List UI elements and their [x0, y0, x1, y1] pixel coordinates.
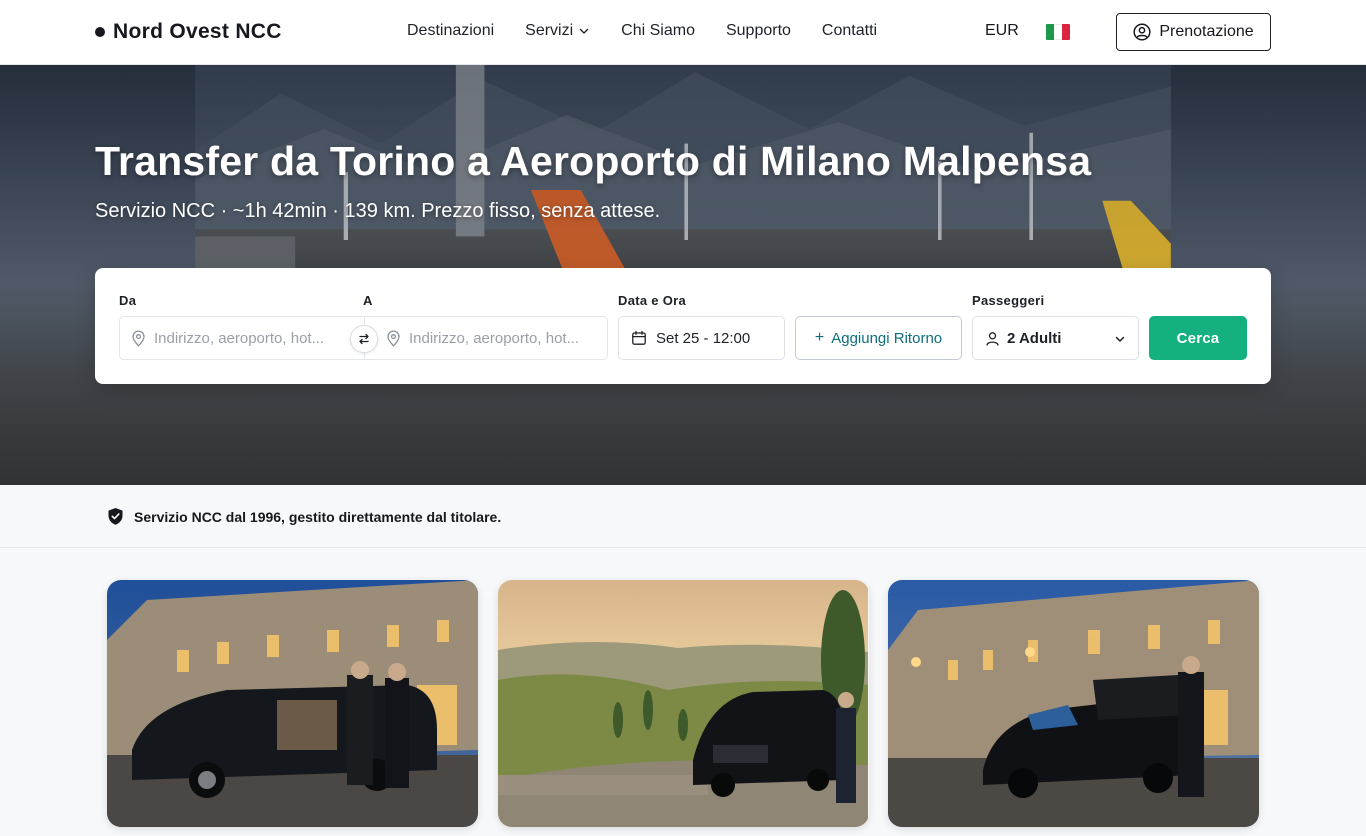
flag-stripe-red [1062, 24, 1070, 40]
passengers-label: Passeggeri [972, 293, 1045, 308]
nav-item-chi-siamo[interactable]: Chi Siamo [621, 22, 695, 40]
passengers-value: 2 Adulti [1007, 329, 1062, 347]
trust-text: Servizio NCC dal 1996, gestito direttame… [134, 508, 502, 525]
from-input-placeholder: Indirizzo, aeroporto, hot... [154, 329, 325, 347]
nav-item-destinazioni[interactable]: Destinazioni [407, 22, 494, 40]
swap-route-button[interactable] [350, 325, 378, 353]
van-countryside-photo [498, 580, 868, 827]
from-label: Da [119, 293, 137, 308]
brand-dot-icon [95, 27, 105, 37]
chevron-down-icon [1115, 336, 1125, 342]
passengers-select[interactable]: 2 Adulti [972, 316, 1139, 360]
chevron-down-icon [579, 28, 589, 34]
brand-logo[interactable]: Nord Ovest NCC [95, 20, 282, 44]
date-time-picker[interactable]: Set 25 - 12:00 [618, 316, 785, 360]
trust-message: Servizio NCC dal 1996, gestito direttame… [107, 507, 501, 526]
flag-stripe-white [1054, 24, 1062, 40]
add-return-button[interactable]: + Aggiungi Ritorno [795, 316, 962, 360]
to-label: A [363, 293, 373, 308]
site-header: Nord Ovest NCC Destinazioni Servizi Chi … [0, 0, 1366, 65]
nav-item-supporto[interactable]: Supporto [726, 22, 791, 40]
nav-label: Chi Siamo [621, 22, 695, 39]
gallery-card-sedan-city-night[interactable] [888, 580, 1259, 827]
currency-selector[interactable]: EUR [985, 22, 1019, 40]
page-subtitle: Servizio NCC · ~1h 42min · 139 km. Prezz… [95, 200, 661, 222]
brand-name: Nord Ovest NCC [113, 20, 282, 43]
plus-icon: + [814, 329, 825, 346]
user-icon [986, 331, 999, 346]
booking-button[interactable]: Prenotazione [1116, 13, 1271, 51]
map-pin-icon [387, 330, 400, 347]
swap-arrows-icon [359, 333, 369, 345]
sedan-city-night-photo [888, 580, 1259, 827]
main-nav: Destinazioni Servizi Chi Siamo Supporto … [407, 22, 877, 40]
gallery-card-van-city-night[interactable] [107, 580, 478, 827]
gallery-card-van-countryside[interactable] [498, 580, 869, 827]
map-pin-icon [132, 330, 145, 347]
nav-label: Servizi [525, 22, 574, 39]
booking-button-label: Prenotazione [1159, 23, 1254, 40]
van-city-night-photo [107, 580, 478, 827]
nav-label: Destinazioni [407, 22, 495, 39]
nav-label: Contatti [821, 22, 878, 39]
nav-item-contatti[interactable]: Contatti [822, 22, 877, 40]
date-label: Data e Ora [618, 293, 687, 308]
to-input[interactable]: Indirizzo, aeroporto, hot... [386, 317, 601, 359]
trust-bar: Servizio NCC dal 1996, gestito direttame… [0, 485, 1366, 548]
date-value: Set 25 - 12:00 [656, 329, 751, 347]
flag-stripe-green [1046, 24, 1054, 40]
page-title: Transfer da Torino a Aeroporto di Milano… [95, 138, 1092, 184]
add-return-label: Aggiungi Ritorno [831, 329, 943, 347]
shield-check-icon [108, 508, 123, 525]
italy-flag-icon[interactable] [1046, 24, 1070, 40]
booking-search-form: Da A Data e Ora Passeggeri Indirizzo, ae… [95, 268, 1271, 384]
gallery-section [0, 549, 1366, 836]
nav-item-servizi[interactable]: Servizi [525, 22, 590, 40]
route-inputs: Indirizzo, aeroporto, hot... Indirizzo, … [119, 316, 608, 360]
search-button[interactable]: Cerca [1149, 316, 1247, 360]
user-circle-icon [1133, 23, 1151, 41]
to-input-placeholder: Indirizzo, aeroporto, hot... [409, 329, 580, 347]
from-input[interactable]: Indirizzo, aeroporto, hot... [131, 317, 346, 359]
calendar-icon [632, 330, 646, 345]
nav-label: Supporto [725, 22, 791, 39]
